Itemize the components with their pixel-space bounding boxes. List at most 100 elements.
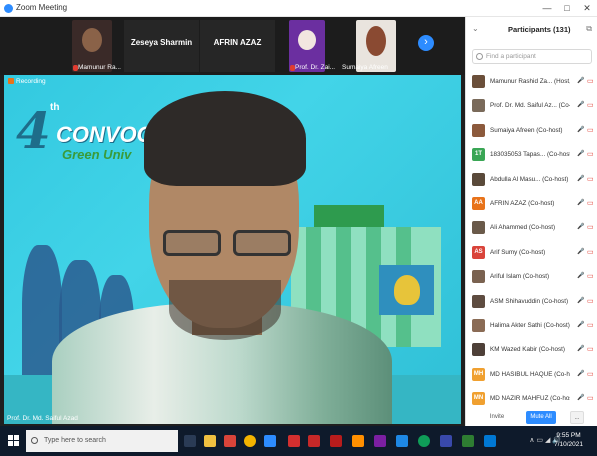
video-off-icon[interactable]: ▭	[587, 126, 594, 135]
acrobat-icon[interactable]	[288, 435, 300, 447]
participant-row[interactable]: ASM Shihavuddin (Co-host) 🎤 ▭	[466, 290, 597, 314]
participant-row[interactable]: Ali Ahammed (Co-host) 🎤 ▭	[466, 216, 597, 240]
chrome-icon[interactable]	[244, 435, 256, 447]
search-icon	[31, 437, 38, 444]
video-off-icon[interactable]: ▭	[587, 345, 594, 354]
participant-row[interactable]: 1T 183035053 Tapas... (Co-host) 🎤 ▭	[466, 143, 597, 167]
video-off-icon[interactable]: ▭	[587, 199, 594, 208]
zoom-app-icon	[4, 4, 13, 13]
more-button[interactable]: ...	[570, 411, 584, 424]
participant-avatar	[82, 28, 102, 52]
speaker-beard	[169, 280, 281, 340]
mute-all-button[interactable]: Mute All	[526, 411, 556, 424]
muted-mic-icon[interactable]: 🎤	[577, 126, 584, 135]
zoom-icon[interactable]	[264, 435, 276, 447]
vlc-icon[interactable]	[352, 435, 364, 447]
thumbnail-sumaiya[interactable]: Sumaiya Afreen	[342, 20, 396, 72]
participant-name: 183035053 Tapas... (Co-host)	[490, 151, 570, 159]
video-off-icon[interactable]: ▭	[587, 321, 594, 330]
muted-mic-icon[interactable]: 🎤	[577, 77, 584, 86]
banner-number: 4	[16, 101, 51, 160]
muted-mic-icon	[73, 65, 78, 71]
video-off-icon[interactable]: ▭	[587, 394, 594, 403]
thumbnail-prof-zai[interactable]: Prof. Dr. Zai...	[289, 20, 335, 72]
participant-row[interactable]: MH MD HASIBUL HAQUE (Co-host) 🎤▭	[466, 363, 597, 387]
invite-button[interactable]: Invite	[486, 411, 508, 424]
maximize-button[interactable]: □	[557, 0, 577, 17]
recording-icon	[8, 78, 14, 84]
app-icon[interactable]	[308, 435, 320, 447]
muted-mic-icon[interactable]: 🎤	[577, 272, 584, 281]
close-button[interactable]: ✕	[577, 0, 597, 17]
window-title: Zoom Meeting	[16, 3, 68, 12]
chevron-down-icon[interactable]: ⌄	[472, 24, 479, 33]
muted-mic-icon[interactable]: 🎤	[577, 101, 584, 110]
video-off-icon[interactable]: ▭	[587, 223, 594, 232]
participant-name: Halima Akter Sathi (Co-host)	[490, 321, 570, 329]
app-icon[interactable]	[374, 435, 386, 447]
thumbnail-zeseya[interactable]: Zeseya Sharmin	[124, 20, 199, 72]
thumbnail-afrin[interactable]: AFRIN AZAZ	[200, 20, 275, 72]
video-off-icon[interactable]: ▭	[587, 297, 594, 306]
muted-mic-icon[interactable]: 🎤	[577, 394, 584, 403]
windows-taskbar: Type here to search ∧ ▭ ◢ 🔊 9:55 PM 7/10…	[0, 426, 597, 456]
participant-avatar	[472, 343, 485, 357]
muted-mic-icon[interactable]: 🎤	[577, 370, 584, 379]
thumbnail-mamunur[interactable]: Mamunur Ra...	[72, 20, 121, 72]
file-explorer-icon[interactable]	[204, 435, 216, 447]
muted-mic-icon[interactable]: 🎤	[577, 175, 584, 184]
minimize-button[interactable]: —	[537, 0, 557, 17]
participant-row[interactable]: Ariful Islam (Co-host) 🎤 ▭	[466, 265, 597, 289]
participant-name: Sumaiya Afreen (Co-host)	[490, 126, 563, 134]
task-view-icon[interactable]	[184, 435, 196, 447]
participant-avatar: MH	[472, 367, 485, 381]
participant-row[interactable]: Prof. Dr. Md. Saiful Az... (Co-host) 🎤▭	[466, 94, 597, 118]
start-button[interactable]	[8, 435, 20, 447]
taskbar-clock[interactable]: 9:55 PM 7/10/2021	[554, 431, 583, 449]
muted-mic-icon[interactable]: 🎤	[577, 223, 584, 232]
clock-date: 7/10/2021	[554, 441, 583, 448]
participant-row[interactable]: Mamunur Rashid Za... (Host, me) 🎤▭	[466, 70, 597, 94]
participant-search-input[interactable]: Find a participant	[472, 49, 592, 64]
muted-mic-icon[interactable]: 🎤	[577, 199, 584, 208]
speaker-hair	[144, 91, 306, 186]
popout-icon[interactable]: ⧉	[586, 24, 592, 34]
video-off-icon[interactable]: ▭	[587, 150, 594, 159]
participant-row[interactable]: KM Wazed Kabir (Co-host) 🎤 ▭	[466, 338, 597, 362]
app-icon[interactable]	[484, 435, 496, 447]
app-icon[interactable]	[224, 435, 236, 447]
active-speaker-video: Recording 4 th CONVOCATI Green Univ Prof…	[4, 75, 461, 424]
participant-avatar	[472, 270, 485, 284]
participant-row[interactable]: Sumaiya Afreen (Co-host) 🎤 ▭	[466, 119, 597, 143]
edge-icon[interactable]	[418, 435, 430, 447]
muted-mic-icon[interactable]: 🎤	[577, 248, 584, 257]
thumbnail-name: AFRIN AZAZ	[213, 38, 262, 47]
participant-avatar	[472, 123, 485, 137]
next-page-button[interactable]: ›	[418, 35, 434, 51]
participant-row[interactable]: Halima Akter Sathi (Co-host) 🎤 ▭	[466, 314, 597, 338]
participant-row[interactable]: MN MD NAZIR MAHFUZ (Co-host) 🎤 ▭	[466, 387, 597, 411]
taskbar-search-box[interactable]: Type here to search	[26, 430, 178, 452]
video-off-icon[interactable]: ▭	[587, 272, 594, 281]
app-icon[interactable]	[462, 435, 474, 447]
participant-row[interactable]: AS Arif Sumy (Co-host) 🎤 ▭	[466, 241, 597, 265]
participant-name: Prof. Dr. Md. Saiful Az... (Co-host)	[490, 102, 570, 110]
muted-mic-icon[interactable]: 🎤	[577, 345, 584, 354]
video-off-icon[interactable]: ▭	[587, 370, 594, 379]
taskbar-search-placeholder: Type here to search	[44, 437, 106, 444]
video-off-icon[interactable]: ▭	[587, 175, 594, 184]
participant-row[interactable]: Abdulla Al Masu... (Co-host) 🎤 ▭	[466, 168, 597, 192]
muted-mic-icon[interactable]: 🎤	[577, 321, 584, 330]
muted-mic-icon[interactable]: 🎤	[577, 297, 584, 306]
video-off-icon[interactable]: ▭	[587, 101, 594, 110]
app-icon[interactable]	[440, 435, 452, 447]
participant-search-placeholder: Find a participant	[486, 53, 536, 60]
participant-row[interactable]: AA AFRIN AZAZ (Co-host) 🎤 ▭	[466, 192, 597, 216]
video-off-icon[interactable]: ▭	[587, 248, 594, 257]
muted-mic-icon[interactable]: 🎤	[577, 150, 584, 159]
university-emblem	[394, 275, 420, 305]
video-off-icon[interactable]: ▭	[587, 77, 594, 86]
participant-avatar	[472, 99, 485, 113]
app-icon[interactable]	[396, 435, 408, 447]
app-icon[interactable]	[330, 435, 342, 447]
